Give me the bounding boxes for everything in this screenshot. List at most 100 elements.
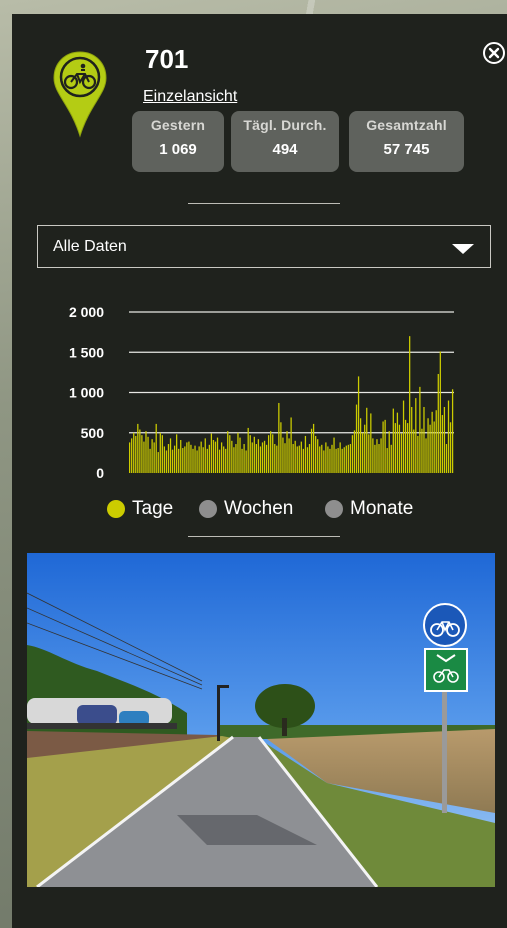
chart-bar[interactable]	[243, 444, 245, 473]
chart-bar[interactable]	[259, 446, 262, 473]
chart-bar[interactable]	[223, 446, 225, 473]
chart-bar[interactable]	[210, 433, 213, 473]
chart-bar[interactable]	[169, 438, 172, 473]
chart-bar[interactable]	[153, 442, 155, 473]
chart-bar[interactable]	[186, 442, 188, 473]
chart-bar[interactable]	[171, 449, 174, 473]
chart-bar[interactable]	[447, 400, 450, 473]
chart-bar[interactable]	[400, 433, 403, 473]
chart-bar[interactable]	[227, 431, 229, 473]
chart-bar[interactable]	[439, 351, 441, 473]
chart-bar[interactable]	[167, 444, 170, 473]
chart-bar[interactable]	[165, 450, 168, 473]
chart-bar[interactable]	[155, 423, 157, 473]
chart-bar[interactable]	[288, 438, 290, 473]
chart-bar[interactable]	[333, 437, 335, 473]
chart-bar[interactable]	[413, 429, 415, 473]
chart-bar[interactable]	[417, 435, 419, 473]
chart-bar[interactable]	[206, 448, 208, 473]
chart-bar[interactable]	[345, 445, 347, 473]
chart-bar[interactable]	[321, 444, 323, 473]
chart-bar[interactable]	[329, 448, 331, 473]
chart-bar[interactable]	[237, 432, 239, 473]
chart-bar[interactable]	[306, 447, 309, 473]
chart-bar[interactable]	[406, 423, 409, 473]
chart-bar[interactable]	[267, 435, 270, 473]
chart-bar[interactable]	[382, 421, 384, 473]
chart-bar[interactable]	[157, 452, 159, 473]
chart-bar[interactable]	[159, 432, 161, 473]
chart-bar[interactable]	[208, 444, 210, 473]
chart-bar[interactable]	[290, 417, 292, 473]
chart-bar[interactable]	[184, 446, 186, 473]
chart-bar[interactable]	[425, 438, 427, 473]
chart-bar[interactable]	[402, 400, 405, 473]
chart-bar[interactable]	[178, 448, 180, 473]
chart-bar[interactable]	[188, 441, 190, 473]
chart-bar[interactable]	[284, 443, 286, 473]
chart-bar[interactable]	[364, 424, 366, 473]
chart-bar[interactable]	[409, 336, 411, 473]
chart-bar[interactable]	[370, 413, 372, 473]
chart-bar[interactable]	[423, 406, 425, 473]
chart-bar[interactable]	[433, 421, 435, 473]
chart-bar[interactable]	[129, 442, 131, 473]
chart-bar[interactable]	[257, 439, 260, 473]
chart-bar[interactable]	[398, 424, 401, 473]
chart-bar[interactable]	[378, 444, 380, 473]
chart-bar[interactable]	[429, 424, 431, 473]
legend-item-days[interactable]: Tage	[107, 497, 173, 521]
chart-bar[interactable]	[317, 439, 319, 473]
chart-bar[interactable]	[231, 440, 233, 473]
chart-bar[interactable]	[449, 422, 452, 473]
chart-bar[interactable]	[194, 445, 196, 473]
chart-bar[interactable]	[292, 444, 294, 473]
legend-item-months[interactable]: Monate	[325, 497, 413, 521]
chart-bar[interactable]	[263, 440, 266, 473]
chart-bar[interactable]	[233, 447, 235, 473]
chart-bar[interactable]	[278, 402, 280, 473]
chart-bar[interactable]	[411, 406, 413, 473]
chart-bar[interactable]	[327, 446, 329, 473]
chart-bar[interactable]	[135, 435, 137, 473]
chart-bar[interactable]	[280, 422, 282, 473]
chart-bar[interactable]	[380, 438, 382, 473]
chart-bar[interactable]	[270, 431, 272, 473]
chart-bar[interactable]	[372, 438, 374, 473]
chart-bar[interactable]	[241, 448, 243, 473]
chart-bar[interactable]	[220, 442, 223, 473]
chart-bar[interactable]	[255, 444, 257, 473]
chart-bar[interactable]	[357, 376, 360, 473]
chart-bar[interactable]	[176, 434, 178, 473]
chart-bar[interactable]	[239, 437, 241, 473]
chart-bar[interactable]	[435, 410, 437, 473]
chart-bar[interactable]	[198, 446, 200, 473]
chart-bar[interactable]	[315, 435, 317, 473]
chart-bar[interactable]	[445, 444, 448, 473]
chart-bar[interactable]	[192, 448, 194, 473]
chart-bar[interactable]	[431, 411, 433, 473]
chart-bar[interactable]	[331, 444, 333, 473]
chart-bar[interactable]	[396, 412, 399, 474]
chart-bar[interactable]	[282, 437, 284, 473]
chart-bar[interactable]	[374, 444, 376, 473]
chart-bar[interactable]	[261, 442, 264, 473]
chart-bar[interactable]	[349, 444, 352, 473]
chart-bar[interactable]	[151, 439, 153, 473]
chart-bar[interactable]	[427, 418, 429, 473]
chart-bar[interactable]	[359, 418, 362, 473]
chart-bar[interactable]	[180, 440, 182, 473]
chart-bar[interactable]	[384, 419, 386, 473]
chart-bar[interactable]	[323, 450, 325, 473]
chart-bar[interactable]	[368, 434, 370, 473]
chart-bar[interactable]	[218, 449, 221, 473]
chart-bar[interactable]	[302, 448, 305, 473]
chart-bar[interactable]	[443, 406, 446, 473]
chart-bar[interactable]	[437, 373, 439, 473]
chart-bar[interactable]	[308, 444, 311, 473]
chart-bar[interactable]	[343, 447, 345, 473]
chart-bar[interactable]	[325, 442, 327, 473]
chart-bar[interactable]	[161, 435, 163, 473]
chart-bar[interactable]	[335, 448, 337, 473]
chart-bar[interactable]	[141, 435, 143, 473]
